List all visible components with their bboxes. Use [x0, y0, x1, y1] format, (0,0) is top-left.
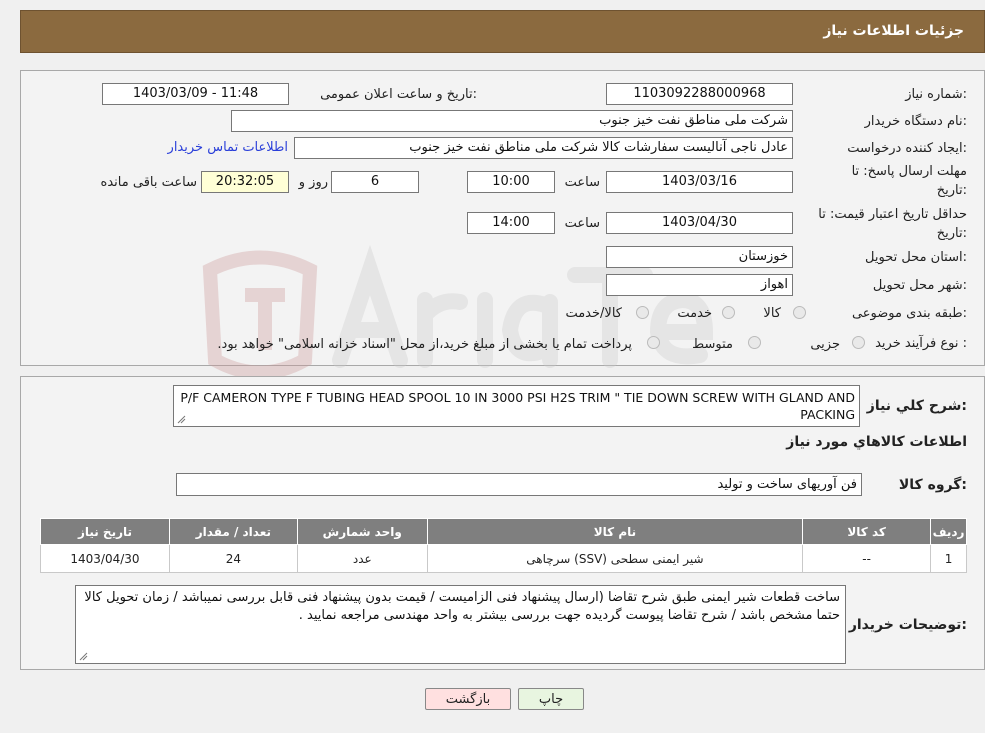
cell-need-date: 1403/04/30	[40, 544, 170, 573]
col-quantity: تعداد / مقدار	[168, 518, 298, 545]
need-number-label: شماره نیاز:	[905, 87, 967, 102]
days-remaining-field[interactable]: 6	[331, 171, 419, 193]
validity-label-line1: حداقل تاریخ اعتبار قیمت: تا	[818, 207, 967, 222]
items-heading: اطلاعات كالاهاي مورد نياز	[786, 434, 967, 450]
deadline-label-line1: مهلت ارسال پاسخ: تا	[851, 164, 967, 179]
category-label: طبقه بندی موضوعی:	[851, 306, 967, 321]
category-radio-service[interactable]	[722, 306, 735, 319]
print-button[interactable]: چاپ	[518, 688, 584, 710]
page-title: جزئیات اطلاعات نیاز	[823, 23, 964, 39]
process-radio-medium[interactable]	[748, 336, 761, 349]
resize-grip-icon[interactable]	[177, 415, 186, 424]
buyer-notes-text: ساخت قطعات شیر ایمنی طبق شرح تقاضا (ارسا…	[84, 590, 840, 623]
creator-label: ایجاد کننده درخواست:	[847, 141, 967, 156]
cell-unit: عدد	[296, 544, 428, 573]
process-option-medium: متوسط	[692, 337, 733, 352]
remaining-time-field[interactable]: 20:32:05	[201, 171, 289, 193]
city-label: شهر محل تحویل:	[872, 278, 967, 293]
description-label: شرح كلي نياز:	[866, 398, 967, 414]
days-label: روز و	[298, 175, 328, 190]
treasury-payment-checkbox[interactable]	[647, 336, 660, 349]
cell-item-code: --	[802, 544, 932, 573]
page-header: جزئیات اطلاعات نیاز	[20, 10, 985, 53]
col-unit: واحد شمارش	[296, 518, 428, 545]
validity-label-line2: تاریخ:	[936, 226, 967, 241]
announce-date-field[interactable]: 1403/03/09 - 11:48	[102, 83, 289, 105]
treasury-payment-note: پرداخت تمام یا بخشی از مبلغ خرید،از محل …	[217, 337, 632, 352]
col-need-date: تاریخ نیاز	[40, 518, 170, 545]
buyer-notes-label: توضیحات خریدار:	[848, 617, 967, 633]
items-table: ردیف کد کالا نام کالا واحد شمارش تعداد /…	[40, 518, 967, 573]
deadline-time-label: ساعت	[564, 175, 600, 190]
category-radio-goods[interactable]	[793, 306, 806, 319]
items-table-header: ردیف کد کالا نام کالا واحد شمارش تعداد /…	[40, 518, 967, 545]
cell-item-name: شیر ایمنی سطحی (SSV) سرچاهی	[426, 544, 804, 573]
category-option-service: خدمت	[677, 306, 712, 321]
city-field[interactable]: اهواز	[606, 274, 793, 296]
goods-group-label: گروه کالا:	[898, 477, 967, 493]
province-label: استان محل تحویل:	[865, 250, 967, 265]
process-radio-minor[interactable]	[852, 336, 865, 349]
category-radio-goods-service[interactable]	[636, 306, 649, 319]
process-option-minor: جزیی	[810, 337, 840, 352]
category-option-goods-service: کالا/خدمت	[565, 306, 622, 321]
back-button[interactable]: بازگشت	[425, 688, 511, 710]
category-option-goods: کالا	[763, 306, 781, 321]
province-field[interactable]: خوزستان	[606, 246, 793, 268]
announce-date-label: تاریخ و ساعت اعلان عمومی:	[320, 87, 477, 102]
buyer-org-field[interactable]: شرکت ملی مناطق نفت خیز جنوب	[231, 110, 793, 132]
deadline-date-field[interactable]: 1403/03/16	[606, 171, 793, 193]
remaining-time-label: ساعت باقی مانده	[100, 175, 197, 190]
col-row-number: ردیف	[930, 518, 967, 545]
col-item-code: کد کالا	[802, 518, 932, 545]
validity-time-field[interactable]: 14:00	[467, 212, 555, 234]
buyer-notes-field[interactable]: ساخت قطعات شیر ایمنی طبق شرح تقاضا (ارسا…	[75, 585, 846, 664]
need-number-field[interactable]: 1103092288000968	[606, 83, 793, 105]
goods-group-field[interactable]: فن آوریهای ساخت و تولید	[176, 473, 862, 496]
deadline-label-line2: تاریخ:	[936, 183, 967, 198]
table-row[interactable]: 1 -- شیر ایمنی سطحی (SSV) سرچاهی عدد 24 …	[40, 544, 967, 573]
resize-grip-icon[interactable]	[79, 652, 88, 661]
buyer-contact-link[interactable]: اطلاعات تماس خریدار	[168, 140, 288, 155]
validity-time-label: ساعت	[564, 216, 600, 231]
description-text: P/F CAMERON TYPE F TUBING HEAD SPOOL 10 …	[180, 390, 855, 422]
creator-field[interactable]: عادل ناجی آنالیست سفارشات کالا شرکت ملی …	[294, 137, 793, 159]
process-type-label: نوع فرآیند خرید :	[875, 336, 967, 351]
deadline-time-field[interactable]: 10:00	[467, 171, 555, 193]
cell-row-number: 1	[930, 544, 967, 573]
col-item-name: نام کالا	[426, 518, 804, 545]
cell-quantity: 24	[168, 544, 298, 573]
description-field[interactable]: P/F CAMERON TYPE F TUBING HEAD SPOOL 10 …	[173, 385, 860, 427]
validity-date-field[interactable]: 1403/04/30	[606, 212, 793, 234]
buyer-org-label: نام دستگاه خریدار:	[864, 114, 967, 129]
